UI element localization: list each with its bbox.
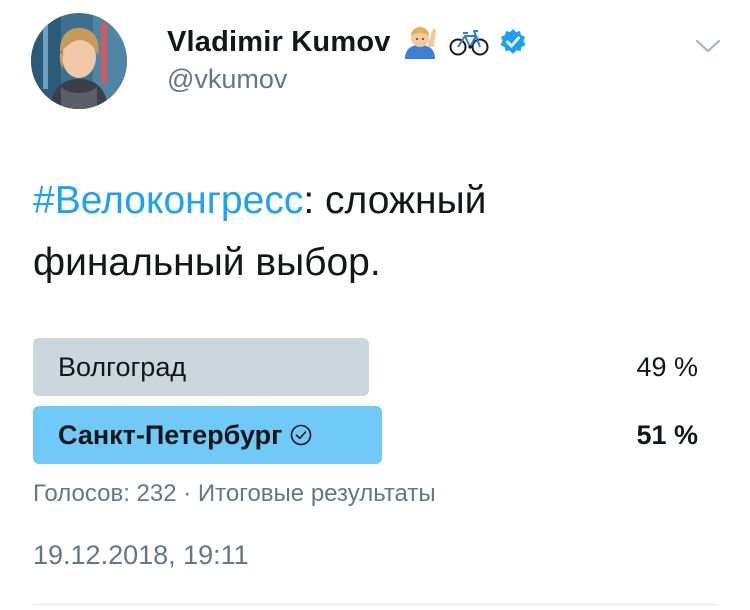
poll-option-label-text: Санкт-Петербург	[58, 420, 283, 450]
poll-option: Волгоград 49 %	[33, 338, 698, 396]
check-circle-icon	[290, 424, 312, 446]
poll-vote-count: Голосов: 232	[33, 480, 177, 507]
tweet-text-line2: финальный выбор.	[33, 241, 381, 284]
tweet-timestamp[interactable]: 19.12.2018, 19:11	[33, 540, 249, 571]
poll-option-label: Волгоград	[58, 352, 187, 382]
divider	[33, 604, 717, 605]
poll-option-label-winner: Санкт-Петербург	[58, 406, 312, 464]
tweet-card: Vladimir Kumov @vkumov #Велоконгресс: сл…	[0, 0, 750, 610]
tweet-text-line1: : сложный	[303, 179, 487, 222]
chevron-down-icon[interactable]	[694, 36, 722, 56]
avatar[interactable]	[31, 13, 127, 109]
display-name[interactable]: Vladimir Kumov	[167, 26, 391, 59]
hashtag-link[interactable]: #Велоконгресс	[33, 179, 303, 222]
tweet-text: #Велоконгресс: сложный финальный выбор.	[33, 170, 713, 294]
poll-status: Итоговые результаты	[197, 480, 436, 507]
author-name-row: Vladimir Kumov	[167, 20, 527, 64]
author-handle[interactable]: @vkumov	[167, 64, 287, 95]
poll-meta-separator: ·	[176, 480, 198, 507]
poll-option-percent-winner: 51 %	[636, 420, 698, 450]
poll-option-percent: 49 %	[636, 352, 698, 382]
raising-hand-icon	[401, 25, 439, 59]
poll-meta: Голосов: 232 · Итоговые результаты	[33, 480, 436, 508]
verified-badge-icon	[499, 28, 527, 56]
poll-option-winner: Санкт-Петербург 51 %	[33, 406, 698, 464]
bicycle-icon	[449, 28, 489, 56]
